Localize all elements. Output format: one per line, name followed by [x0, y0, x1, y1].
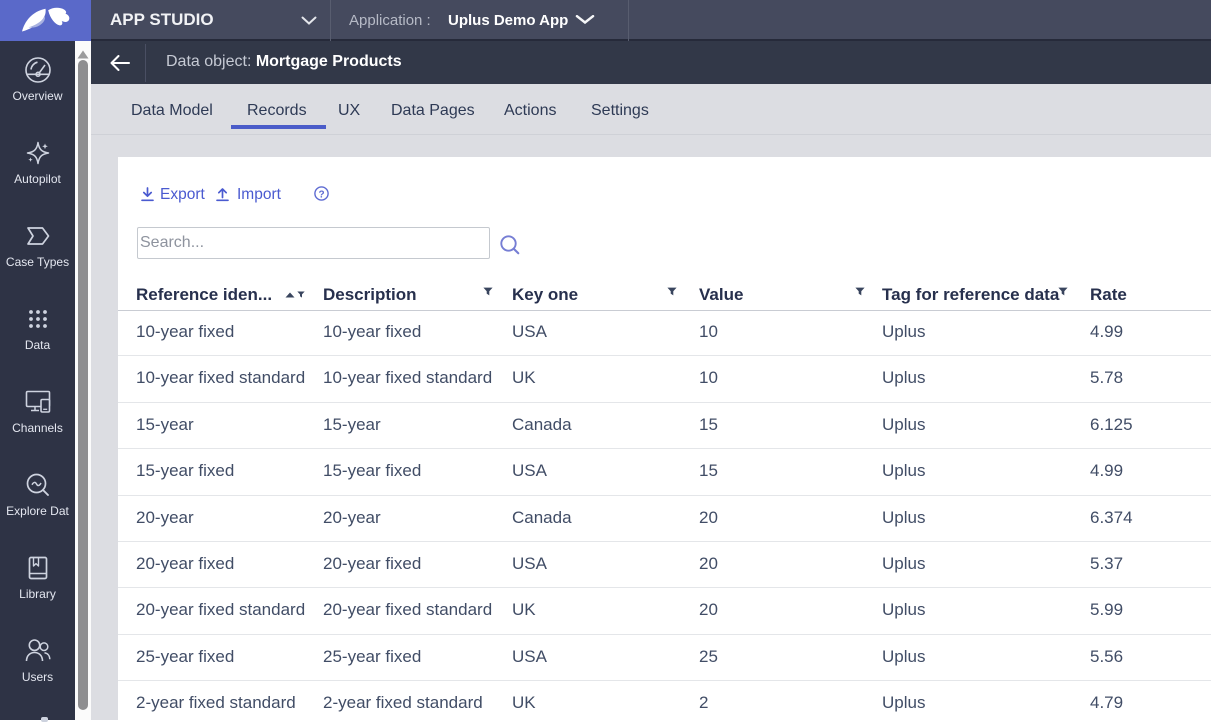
- svg-text:?: ?: [318, 189, 324, 200]
